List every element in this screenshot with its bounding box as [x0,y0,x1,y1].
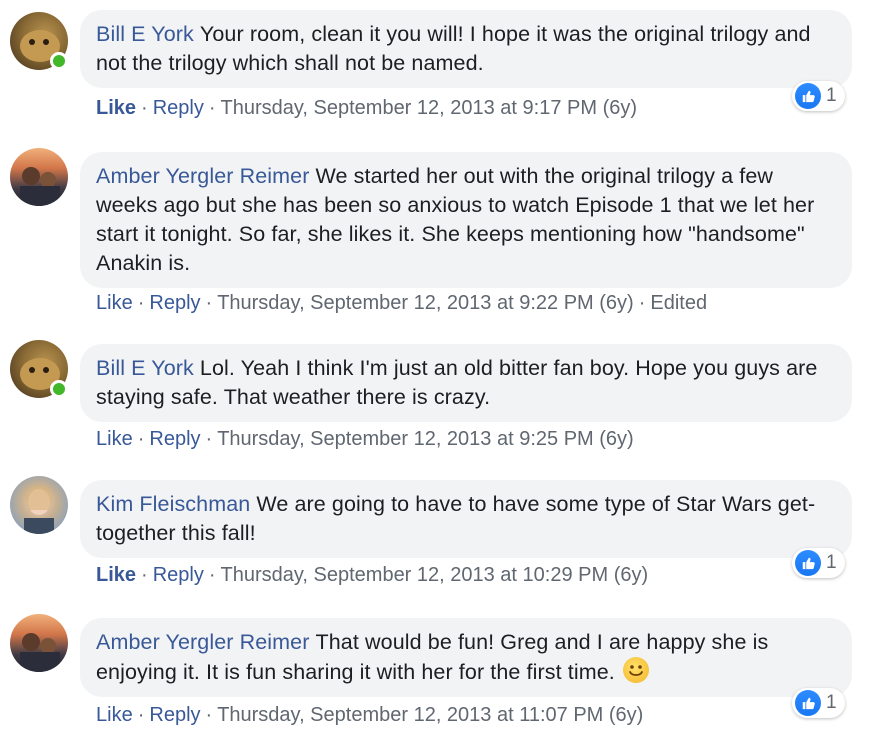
comment-timestamp[interactable]: Thursday, September 12, 2013 at 9:22 PM … [217,292,634,314]
comment-author[interactable]: Bill E York [96,22,194,46]
comment-text: Lol. Yeah I think I'm just an old bitter… [96,356,818,409]
separator: · [137,428,145,450]
comment-actions: Like · Reply · Thursday, September 12, 2013 … [96,564,648,587]
separator: · [137,292,145,314]
comment-timestamp[interactable]: Thursday, September 12, 2013 at 9:17 PM … [221,97,638,119]
online-status-dot [50,52,68,70]
reaction-badge[interactable]: 1 [792,548,845,578]
person-photo-icon [24,486,54,534]
reply-link[interactable]: Reply [149,704,200,726]
reaction-badge[interactable]: 1 [792,81,845,111]
avatar[interactable] [10,614,68,672]
couple-photo-icon [20,167,60,206]
reply-link[interactable]: Reply [153,97,204,119]
reaction-badge[interactable]: 1 [792,688,845,718]
reaction-count: 1 [826,692,837,713]
comment-bubble: Bill E York Your room, clean it you will!… [80,10,852,88]
reaction-count: 1 [826,552,837,573]
like-link[interactable]: Like [96,704,133,726]
avatar[interactable] [10,148,68,206]
like-link[interactable]: Like [96,428,133,450]
avatar[interactable] [10,476,68,534]
like-link[interactable]: Like [96,564,136,586]
comment-timestamp[interactable]: Thursday, September 12, 2013 at 10:29 PM… [221,564,649,586]
separator: · [208,564,216,586]
comment-actions: Like · Reply · Thursday, September 12, 2013 … [96,704,643,727]
comment-actions: Like · Reply · Thursday, September 12, 2013 … [96,428,634,451]
couple-photo-icon [20,633,60,672]
thumbs-up-icon [795,690,821,716]
comment-actions: Like · Reply · Thursday, September 12, 2013 … [96,97,637,120]
separator: · [205,428,213,450]
comment-author[interactable]: Amber Yergler Reimer [96,164,310,188]
comment-actions: Like · Reply · Thursday, September 12, 2013 … [96,292,707,315]
separator: · [208,97,216,119]
separator: · [141,564,148,586]
like-link[interactable]: Like [96,292,133,314]
comment-bubble: Kim Fleischman We are going to have to ha… [80,480,852,558]
separator: · [205,292,213,314]
separator: · [638,292,646,314]
reply-link[interactable]: Reply [153,564,204,586]
comment-author[interactable]: Bill E York [96,356,194,380]
separator: · [141,97,148,119]
reply-link[interactable]: Reply [149,428,200,450]
comment-text: Your room, clean it you will! I hope it … [96,22,811,75]
thumbs-up-icon [795,83,821,109]
comment-author[interactable]: Kim Fleischman [96,492,250,516]
reply-link[interactable]: Reply [149,292,200,314]
comment-bubble: Amber Yergler Reimer That would be fun! G… [80,618,852,697]
edited-label[interactable]: Edited [650,292,707,314]
online-status-dot [50,380,68,398]
comment-timestamp[interactable]: Thursday, September 12, 2013 at 11:07 PM… [217,704,643,726]
separator: · [137,704,145,726]
comment-bubble: Amber Yergler Reimer We started her out w… [80,152,852,288]
separator: · [205,704,213,726]
smiley-emoji-icon [622,657,649,683]
reaction-count: 1 [826,85,837,106]
thumbs-up-icon [795,550,821,576]
comment-timestamp[interactable]: Thursday, September 12, 2013 at 9:25 PM … [217,428,634,450]
comment-bubble: Bill E York Lol. Yeah I think I'm just an… [80,344,852,422]
comment-author[interactable]: Amber Yergler Reimer [96,630,310,654]
like-link[interactable]: Like [96,97,136,119]
